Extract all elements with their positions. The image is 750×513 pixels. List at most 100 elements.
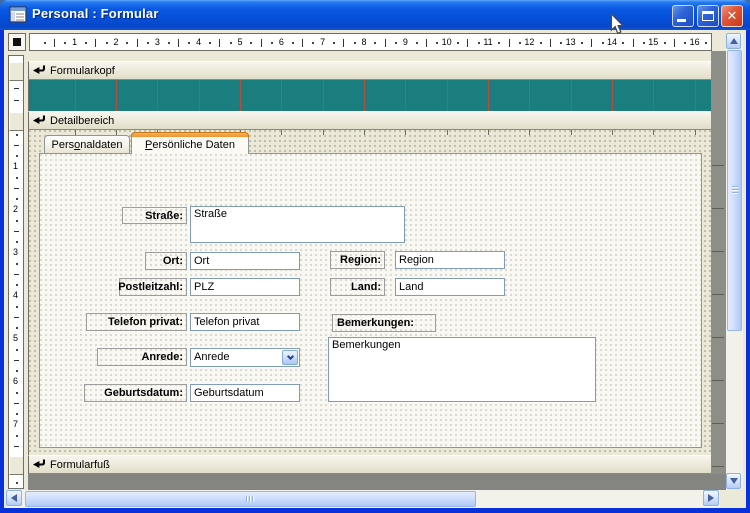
detail-section-bar[interactable]: Detailbereich bbox=[28, 111, 711, 130]
ruler-tick bbox=[292, 42, 294, 44]
arrow-down-icon bbox=[730, 478, 738, 484]
ruler-tick bbox=[219, 39, 220, 47]
ruler-tick bbox=[16, 155, 18, 157]
grid-tick bbox=[323, 130, 324, 135]
form-footer-section-bar[interactable]: Formularfuß bbox=[28, 455, 711, 474]
ruler-tick bbox=[271, 42, 273, 44]
ruler-tick bbox=[302, 39, 303, 47]
grid-line bbox=[529, 80, 530, 111]
telefon-privat-label[interactable]: Telefon privat: bbox=[86, 313, 187, 331]
ruler-number: 3 bbox=[13, 247, 18, 257]
ruler-tick bbox=[14, 360, 19, 361]
grid-line bbox=[405, 80, 406, 111]
window-title: Personal : Formular bbox=[32, 6, 159, 21]
land-label[interactable]: Land: bbox=[330, 278, 385, 296]
strasse-label[interactable]: Straße: bbox=[122, 207, 187, 224]
ruler-section-box bbox=[9, 62, 24, 81]
ruler-number: 14 bbox=[607, 37, 617, 47]
ruler-number: 2 bbox=[13, 204, 18, 214]
minimize-button[interactable] bbox=[672, 5, 694, 27]
strasse-textbox[interactable]: Straße bbox=[190, 206, 405, 243]
section-collapse-arrow-icon bbox=[33, 459, 45, 470]
ruler-tick bbox=[581, 42, 583, 44]
ort-textbox[interactable] bbox=[190, 252, 300, 270]
ort-label[interactable]: Ort: bbox=[145, 252, 187, 270]
ruler-tick bbox=[14, 100, 19, 101]
ruler-number: 6 bbox=[13, 376, 18, 386]
ruler-tick bbox=[16, 413, 18, 415]
form-selector-button[interactable] bbox=[8, 33, 26, 51]
horizontal-scrollbar[interactable] bbox=[6, 490, 720, 508]
design-view-client: 12345678910111213141516 1234567 Formular… bbox=[4, 30, 746, 508]
anrede-label[interactable]: Anrede: bbox=[97, 348, 187, 366]
geburtsdatum-textbox[interactable] bbox=[190, 384, 300, 402]
vertical-ruler[interactable]: 1234567 bbox=[8, 55, 24, 489]
scroll-right-button[interactable] bbox=[703, 490, 719, 506]
grid-tick bbox=[712, 251, 724, 252]
geburtsdatum-label[interactable]: Geburtsdatum: bbox=[84, 384, 187, 402]
grid-tick bbox=[447, 130, 448, 135]
ruler-section-box bbox=[9, 112, 24, 131]
ruler-tick bbox=[16, 482, 18, 484]
access-form-design-window: Personal : Formular ✕ 123456789101112131… bbox=[0, 0, 750, 513]
form-header-section-bar[interactable]: Formularkopf bbox=[28, 61, 711, 80]
ruler-number: 10 bbox=[442, 37, 452, 47]
ruler-number: 11 bbox=[483, 37, 492, 47]
ruler-number: 13 bbox=[566, 37, 576, 47]
ruler-tick bbox=[16, 284, 18, 286]
form-selector-icon bbox=[13, 38, 21, 46]
ruler-tick bbox=[540, 42, 542, 44]
horizontal-ruler[interactable]: 12345678910111213141516 bbox=[29, 33, 712, 51]
title-bar[interactable]: Personal : Formular ✕ bbox=[0, 0, 750, 30]
ruler-tick bbox=[16, 392, 18, 394]
vertical-scrollbar-thumb[interactable] bbox=[727, 50, 742, 331]
form-header-grid[interactable] bbox=[28, 80, 711, 111]
horizontal-scrollbar-thumb[interactable] bbox=[25, 491, 476, 507]
anrede-combobox[interactable]: Anrede bbox=[190, 348, 300, 367]
bemerkungen-textbox[interactable]: Bemerkungen bbox=[328, 337, 596, 402]
ruler-tick bbox=[14, 188, 19, 189]
scroll-down-button[interactable] bbox=[726, 473, 741, 489]
ruler-tick bbox=[250, 42, 252, 44]
tab-persoenliche-daten[interactable]: Persönliche Daten bbox=[131, 132, 249, 154]
postleitzahl-label[interactable]: Postleitzahl: bbox=[119, 278, 187, 296]
grid-line bbox=[281, 80, 282, 111]
ruler-tick bbox=[426, 39, 427, 47]
ruler-tick bbox=[16, 263, 18, 265]
scroll-up-button[interactable] bbox=[726, 33, 741, 49]
region-textbox[interactable] bbox=[395, 251, 505, 269]
telefon-privat-textbox[interactable] bbox=[190, 313, 300, 331]
ruler-tick bbox=[312, 42, 314, 44]
grid-tick bbox=[488, 130, 489, 135]
ruler-tick bbox=[643, 42, 645, 44]
ruler-number: 1 bbox=[13, 161, 18, 171]
maximize-button[interactable] bbox=[697, 5, 719, 27]
close-button[interactable]: ✕ bbox=[721, 5, 743, 27]
ruler-number: 12 bbox=[524, 37, 534, 47]
ruler-tick bbox=[16, 177, 18, 179]
ruler-number: 7 bbox=[320, 37, 325, 47]
grid-tick bbox=[405, 130, 406, 135]
ruler-tick bbox=[14, 317, 19, 318]
ruler-tick bbox=[16, 220, 18, 222]
tab-page-persoenliche-daten: Straße: Straße Ort: Region: Postleitzahl… bbox=[39, 153, 702, 448]
ruler-number: 16 bbox=[690, 37, 700, 47]
grid-tick bbox=[281, 130, 282, 135]
grid-tick bbox=[712, 294, 724, 295]
combobox-dropdown-button[interactable] bbox=[282, 350, 298, 365]
ruler-tick bbox=[209, 42, 211, 44]
ruler-tick bbox=[188, 42, 190, 44]
detail-section-grid[interactable]: Personaldaten Persönliche Daten Straße: … bbox=[28, 130, 711, 455]
ruler-tick bbox=[416, 42, 418, 44]
postleitzahl-textbox[interactable] bbox=[190, 278, 300, 296]
ruler-tick bbox=[705, 42, 707, 44]
land-textbox[interactable] bbox=[395, 278, 505, 296]
bemerkungen-label[interactable]: Bemerkungen: bbox=[332, 314, 436, 332]
vertical-scrollbar[interactable] bbox=[726, 33, 743, 489]
form-header-section-label: Formularkopf bbox=[50, 65, 115, 77]
region-label[interactable]: Region: bbox=[330, 251, 385, 269]
tab-personaldaten[interactable]: Personaldaten bbox=[44, 135, 130, 153]
ruler-tick bbox=[519, 42, 521, 44]
scroll-left-button[interactable] bbox=[6, 490, 22, 506]
arrow-right-icon bbox=[708, 494, 714, 502]
